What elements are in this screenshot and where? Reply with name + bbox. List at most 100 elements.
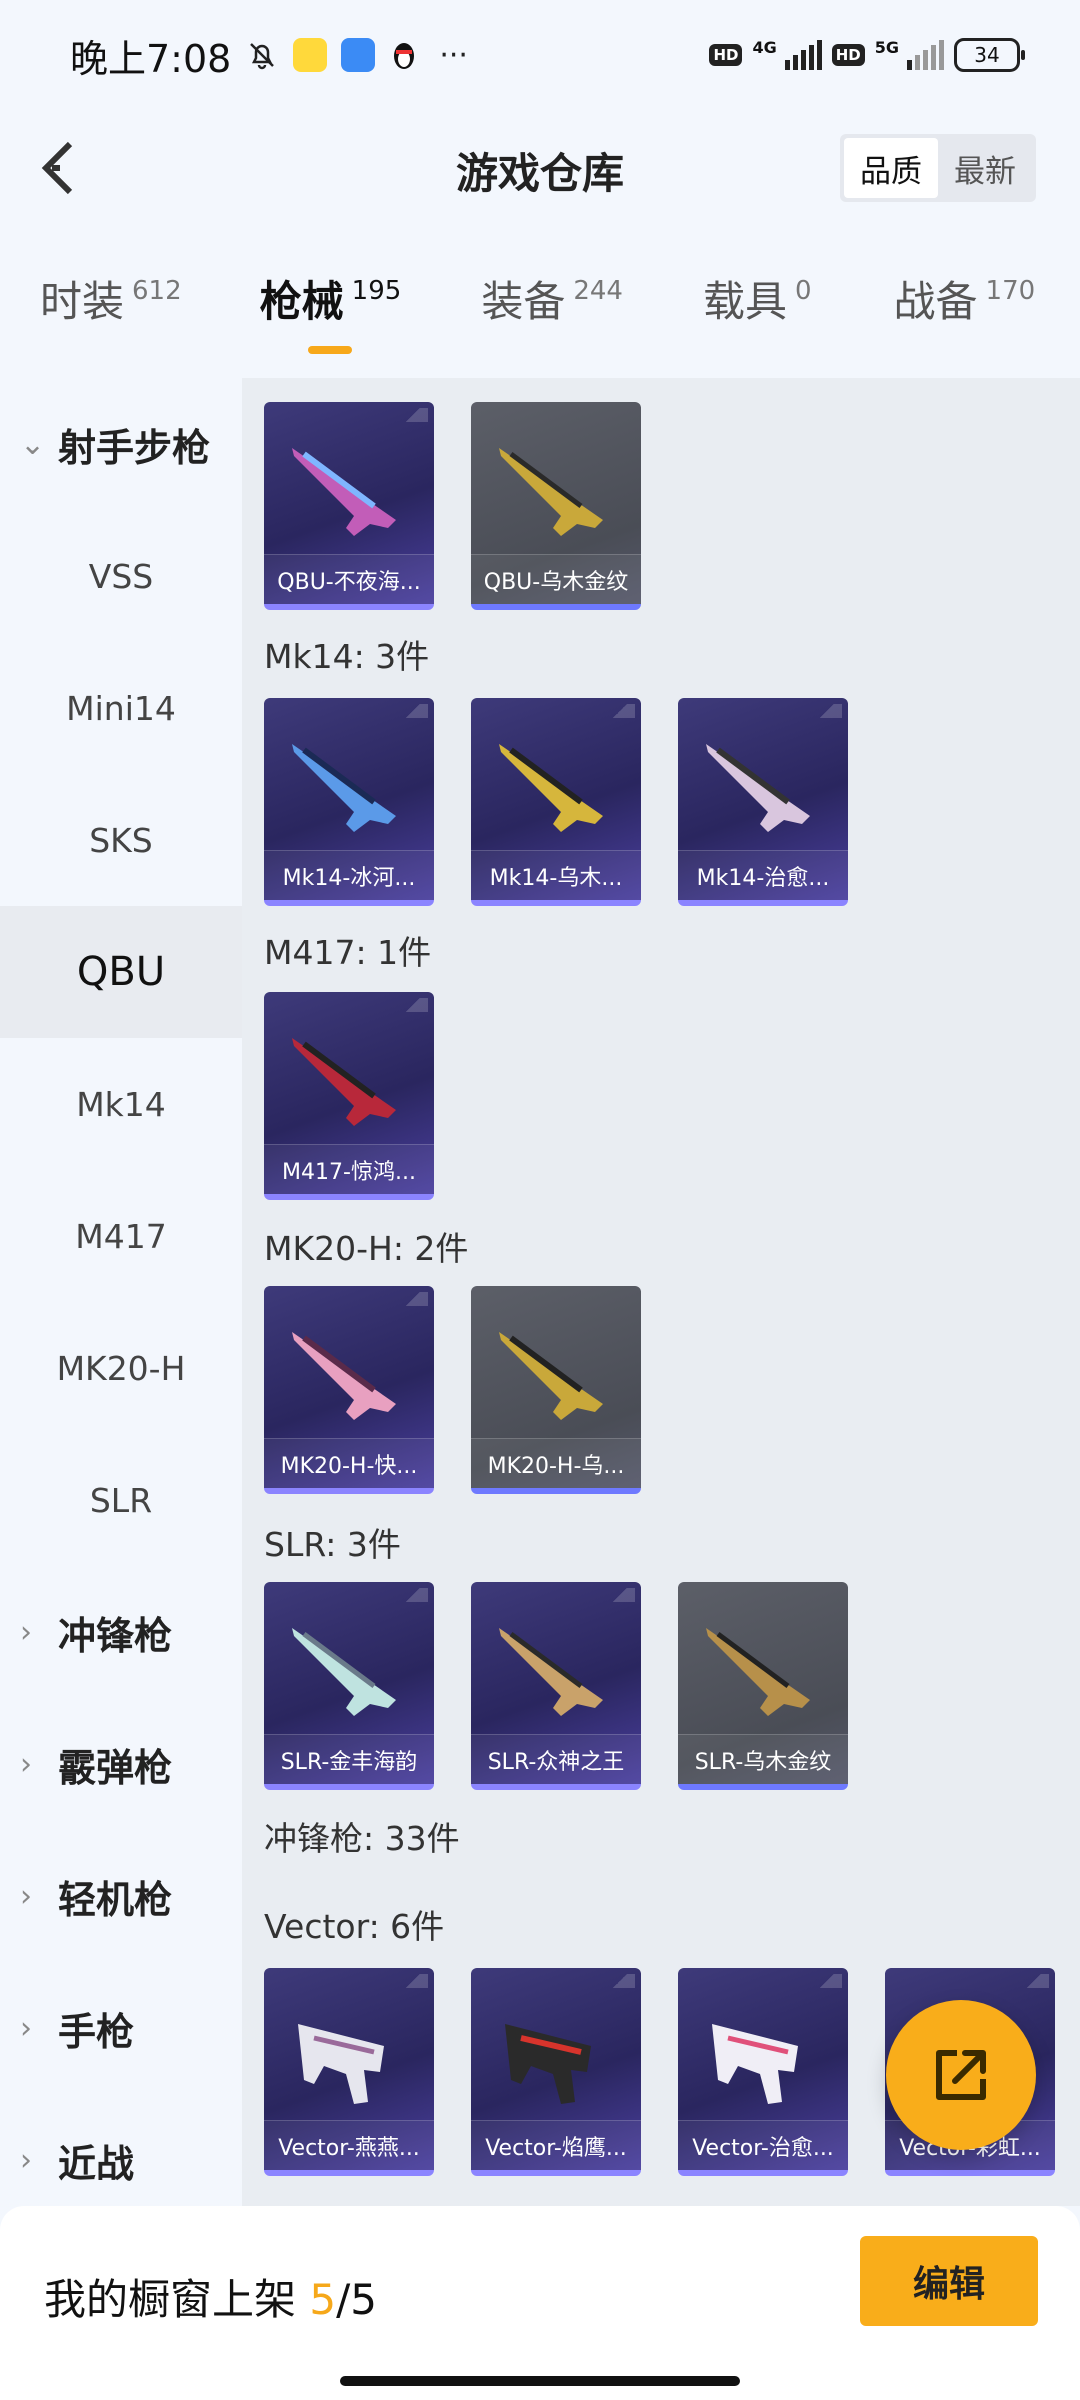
sidebar-item-mk20h[interactable]: MK20-H xyxy=(0,1302,242,1434)
home-indicator[interactable] xyxy=(340,2376,740,2386)
card-corner-decoration xyxy=(398,998,428,1012)
weapon-card-name: M417-惊鸿... xyxy=(264,1144,434,1194)
more-notifications-icon: ··· xyxy=(439,37,468,73)
weapon-card[interactable]: M417-惊鸿... xyxy=(264,992,434,1200)
section-heading-vector: Vector: 6件 xyxy=(264,1907,445,1946)
tab-count: 244 xyxy=(573,276,623,306)
weapon-card[interactable]: Vector-焰鹰... xyxy=(471,1968,641,2176)
sidebar-group-sniper-rifles[interactable]: ⌄ 射手步枪 xyxy=(0,378,242,510)
m417-cards: M417-惊鸿... xyxy=(264,992,434,1200)
hd-badge-2: HD xyxy=(831,44,865,66)
wallet-app-icon xyxy=(341,38,376,72)
showcase-bar: 我的橱窗上架 5/5 编辑 xyxy=(0,2206,1080,2400)
sidebar-group-smg[interactable]: › 冲锋枪 xyxy=(0,1566,242,1698)
card-corner-decoration xyxy=(1019,1974,1049,1988)
clock: 晚上7:08 xyxy=(70,36,232,81)
weapon-card[interactable]: Mk14-冰河... xyxy=(264,698,434,906)
weapon-card-name: MK20-H-快... xyxy=(264,1438,434,1488)
sort-quality-button[interactable]: 品质 xyxy=(844,138,938,198)
battery-indicator: 34 xyxy=(954,38,1025,72)
app-notification-icon xyxy=(293,38,328,72)
sidebar-item-mini14[interactable]: Mini14 xyxy=(0,642,242,774)
weapon-card[interactable]: SLR-乌木金纹 xyxy=(678,1582,848,1790)
chevron-right-icon: › xyxy=(20,1878,32,1914)
sidebar-item-sks[interactable]: SKS xyxy=(0,774,242,906)
tab-label: 载具 xyxy=(702,277,787,326)
share-floating-button[interactable] xyxy=(886,2000,1036,2150)
sidebar-group-label: 霰弹枪 xyxy=(58,1745,173,1790)
tab-label: 装备 xyxy=(481,277,566,326)
card-corner-decoration xyxy=(812,1974,842,1988)
card-corner-decoration xyxy=(398,1292,428,1306)
tab-count: 0 xyxy=(794,276,812,306)
status-bar: 晚上7:08 ··· HD 4G HD 5G 34 xyxy=(0,0,1080,110)
rifle-icon xyxy=(499,1332,603,1420)
tab-equipment[interactable]: 装备 244 xyxy=(481,268,623,358)
card-corner-decoration xyxy=(398,704,428,718)
weapon-card[interactable]: Vector-治愈... xyxy=(678,1968,848,2176)
weapon-card-name: SLR-乌木金纹 xyxy=(678,1734,848,1784)
rifle-icon xyxy=(499,448,603,536)
weapon-card-name: SLR-金丰海韵 xyxy=(264,1734,434,1784)
rifle-icon xyxy=(706,1628,810,1716)
sidebar-item-vss[interactable]: VSS xyxy=(0,510,242,642)
weapon-card[interactable]: SLR-金丰海韵 xyxy=(264,1582,434,1790)
rifle-icon xyxy=(292,1628,396,1716)
weapon-card[interactable]: Mk14-治愈... xyxy=(678,698,848,906)
weapon-card[interactable]: MK20-H-乌... xyxy=(471,1286,641,1494)
showcase-label: 我的橱窗上架 xyxy=(44,2275,310,2324)
sidebar-item-m417[interactable]: M417 xyxy=(0,1170,242,1302)
section-heading-mk20h: MK20-H: 2件 xyxy=(264,1229,469,1268)
slr-cards: SLR-金丰海韵 SLR-众神之王 SLR-乌木金纹 xyxy=(264,1582,848,1790)
sort-toggle: 品质 最新 xyxy=(840,134,1036,202)
smg-icon xyxy=(505,2024,591,2104)
sidebar-item-mk14[interactable]: Mk14 xyxy=(0,1038,242,1170)
sidebar-group-label: 冲锋枪 xyxy=(58,1613,173,1658)
sidebar-group-label: 近战 xyxy=(58,2141,135,2186)
section-heading-slr: SLR: 3件 xyxy=(264,1525,401,1564)
weapon-card-name: QBU-不夜海... xyxy=(264,554,434,604)
hd-badge: HD xyxy=(709,44,743,66)
weapon-card-name: Vector-焰鹰... xyxy=(471,2120,641,2170)
weapon-card[interactable]: Vector-燕燕... xyxy=(264,1968,434,2176)
card-corner-decoration xyxy=(605,704,635,718)
rifle-icon xyxy=(292,448,396,536)
weapon-card-name: Vector-燕燕... xyxy=(264,2120,434,2170)
tab-count: 195 xyxy=(351,276,402,306)
tab-fashion[interactable]: 时装 612 xyxy=(40,268,182,358)
weapon-card-name: MK20-H-乌... xyxy=(471,1438,641,1488)
sidebar-group-label: 射手步枪 xyxy=(58,425,211,470)
rifle-icon xyxy=(292,1332,396,1420)
card-corner-decoration xyxy=(398,1588,428,1602)
tab-count: 170 xyxy=(985,276,1036,306)
sidebar-group-label: 轻机枪 xyxy=(58,1877,173,1922)
edit-button[interactable]: 编辑 xyxy=(860,2236,1038,2326)
weapon-grid-area: QBU-不夜海... QBU-乌木金纹 Mk14: 3件 Mk14-冰河... … xyxy=(242,378,1080,2206)
sidebar-group-shotgun[interactable]: › 霰弹枪 xyxy=(0,1698,242,1830)
weapon-card[interactable]: QBU-不夜海... xyxy=(264,402,434,610)
weapon-card-name: Mk14-治愈... xyxy=(678,850,848,900)
tab-label: 时装 xyxy=(40,277,125,326)
weapon-card-name: Vector-治愈... xyxy=(678,2120,848,2170)
weapon-card[interactable]: MK20-H-快... xyxy=(264,1286,434,1494)
sidebar-group-pistol[interactable]: › 手枪 xyxy=(0,1962,242,2094)
tab-label: 战备 xyxy=(893,277,978,326)
tab-label: 枪械 xyxy=(259,277,344,326)
tab-battle-gear[interactable]: 战备 170 xyxy=(894,268,1036,358)
weapon-card[interactable]: QBU-乌木金纹 xyxy=(471,402,641,610)
mk14-cards: Mk14-冰河... Mk14-乌木... Mk14-治愈... xyxy=(264,698,848,906)
signal-icon xyxy=(784,40,822,70)
weapon-card[interactable]: Mk14-乌木... xyxy=(471,698,641,906)
rifle-icon xyxy=(499,1628,603,1716)
weapon-card[interactable]: SLR-众神之王 xyxy=(471,1582,641,1790)
qq-penguin-icon xyxy=(389,38,419,72)
system-indicators: HD 4G HD 5G 34 xyxy=(709,38,1025,72)
card-corner-decoration xyxy=(398,1974,428,1988)
sidebar-item-qbu[interactable]: QBU xyxy=(0,906,242,1038)
sidebar-item-slr[interactable]: SLR xyxy=(0,1434,242,1566)
sidebar-group-lmg[interactable]: › 轻机枪 xyxy=(0,1830,242,1962)
chevron-right-icon: › xyxy=(20,1746,32,1782)
sort-newest-button[interactable]: 最新 xyxy=(938,138,1032,198)
tab-vehicles[interactable]: 载具 0 xyxy=(703,268,812,358)
tab-firearms[interactable]: 枪械 195 xyxy=(259,268,402,358)
